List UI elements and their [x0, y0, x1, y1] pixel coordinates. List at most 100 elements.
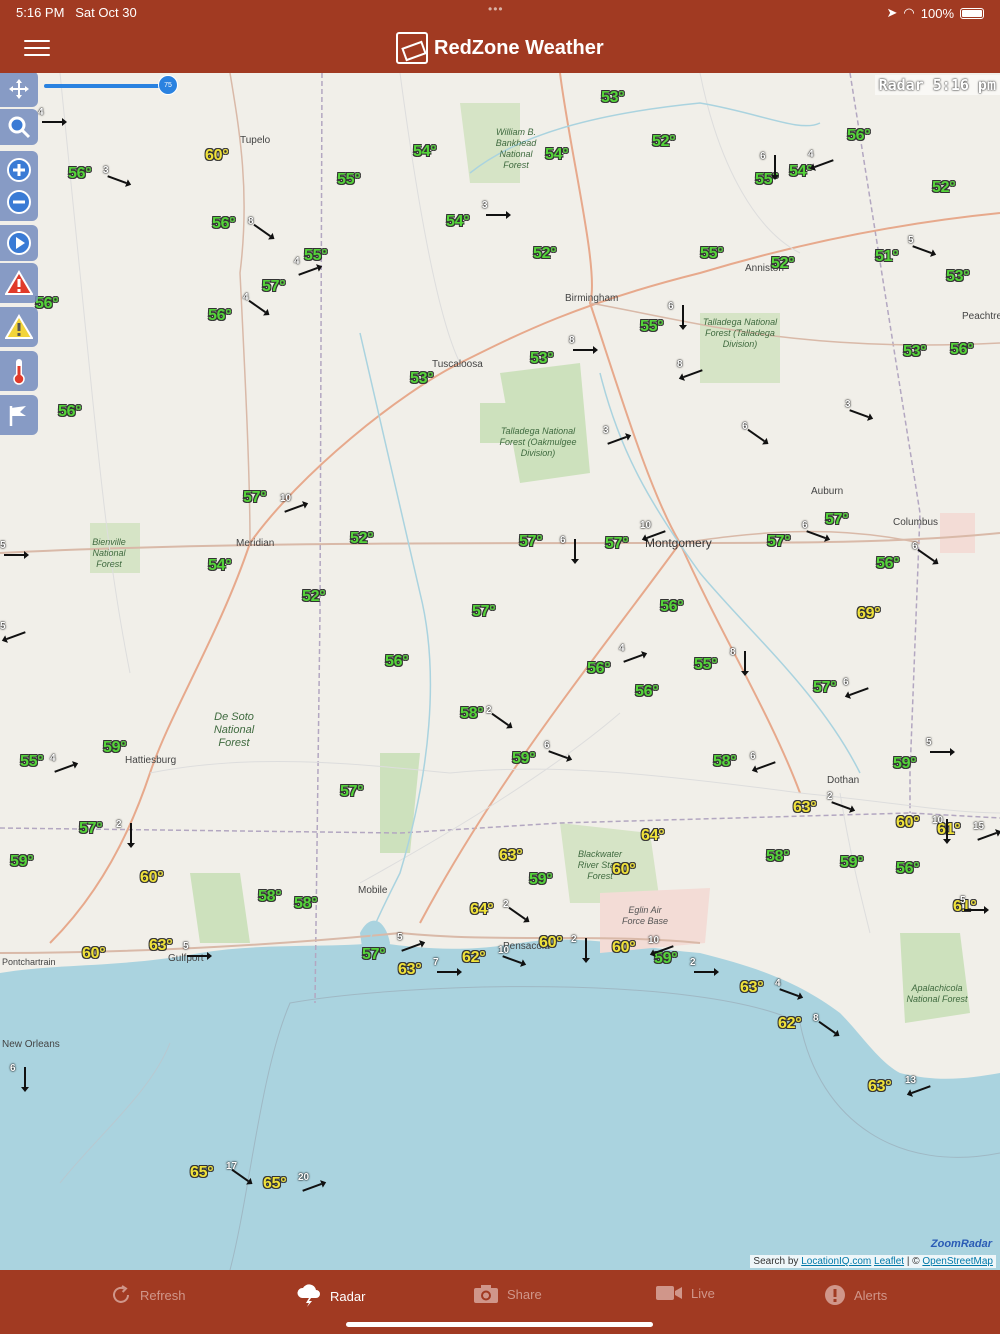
wind-layer-button[interactable] — [0, 395, 38, 435]
temp-label: 58° — [258, 888, 282, 905]
forest-bienville: Bienville National Forest — [92, 537, 126, 569]
tab-live[interactable]: Live — [655, 1284, 715, 1302]
wind-speed: 10 — [640, 520, 652, 531]
temp-label: 58° — [460, 705, 484, 722]
temp-label: 57° — [767, 533, 791, 550]
zoom-out-icon[interactable] — [6, 189, 32, 215]
temp-label: 57° — [79, 820, 103, 837]
wind-speed: 2 — [690, 957, 696, 968]
temp-label: 56° — [896, 860, 920, 877]
wind-speed: 10 — [648, 935, 660, 946]
wind-speed: 5 — [397, 932, 403, 943]
wind-speed: 2 — [571, 934, 577, 945]
wind-arrow: 8 — [569, 335, 599, 365]
temp-label: 58° — [294, 895, 318, 912]
wind-arrow: 2 — [690, 957, 720, 987]
temp-label: 62° — [462, 949, 486, 966]
forest-bankhead: William B. Bankhead National Forest — [495, 127, 537, 170]
warnings-button[interactable] — [0, 263, 38, 303]
wind-speed: 6 — [802, 520, 808, 531]
temp-label: 55° — [700, 245, 724, 262]
eglin-afb: Eglin Air Force Base — [621, 905, 669, 926]
temp-label: 60° — [612, 861, 636, 878]
wind-arrow: 6 — [760, 151, 790, 181]
temp-label: 55° — [337, 171, 361, 188]
pan-button[interactable] — [0, 73, 38, 107]
watches-button[interactable] — [0, 307, 38, 347]
wind-speed: 5 — [0, 540, 6, 551]
play-button[interactable] — [0, 225, 38, 261]
wind-arrow: 2 — [116, 819, 146, 849]
city-dothan: Dothan — [827, 775, 860, 786]
wind-arrow: 6 — [742, 421, 772, 451]
wind-speed: 2 — [503, 899, 509, 910]
tab-alerts[interactable]: Alerts — [824, 1284, 887, 1306]
slider-knob[interactable]: 75 — [158, 75, 178, 95]
osm-link[interactable]: OpenStreetMap — [922, 1256, 993, 1267]
tab-radar[interactable]: Radar — [296, 1284, 365, 1308]
map-attribution: Search by LocationIQ.com Leaflet | © Ope… — [750, 1255, 996, 1268]
temp-label: 63° — [868, 1078, 892, 1095]
wind-arrow: 2 — [571, 934, 601, 964]
wind-speed: 6 — [912, 541, 918, 552]
temp-label: 56° — [847, 127, 871, 144]
tab-refresh[interactable]: Refresh — [110, 1284, 186, 1306]
temp-label: 53° — [903, 343, 927, 360]
city-tuscaloosa: Tuscaloosa — [432, 359, 483, 370]
wind-speed: 10 — [280, 493, 292, 504]
temp-label: 60° — [140, 869, 164, 886]
wind-arrow: 3 — [845, 399, 875, 429]
temp-label: 51° — [875, 248, 899, 265]
temperature-layer-button[interactable] — [0, 351, 38, 391]
temp-label: 52° — [652, 133, 676, 150]
radar-opacity-slider[interactable]: 75 — [44, 75, 178, 95]
temp-label: 57° — [519, 533, 543, 550]
tab-share[interactable]: Share — [473, 1284, 542, 1304]
wind-speed: 17 — [226, 1161, 238, 1172]
zoom-in-icon[interactable] — [6, 157, 32, 183]
leaflet-link[interactable]: Leaflet — [874, 1256, 904, 1267]
temp-label: 56° — [876, 555, 900, 572]
wind-arrow: 5 — [0, 621, 30, 651]
wind-arrow: 4 — [294, 256, 324, 286]
temp-label: 57° — [243, 489, 267, 506]
location-icon: ➤ — [886, 5, 898, 20]
forest-desoto: De Soto National Forest — [213, 711, 255, 749]
wind-speed: 3 — [603, 425, 609, 436]
wind-speed: 2 — [116, 819, 122, 830]
wind-arrow: 5 — [926, 737, 956, 767]
temp-label: 56° — [660, 598, 684, 615]
wind-speed: 6 — [10, 1063, 16, 1074]
wind-speed: 3 — [482, 200, 488, 211]
tab-radar-label: Radar — [330, 1288, 366, 1304]
wind-arrow: 2 — [503, 899, 533, 929]
temp-label: 57° — [813, 679, 837, 696]
temp-label: 56° — [68, 165, 92, 182]
map-basemap — [0, 73, 1000, 1270]
wind-arrow: 5 — [908, 235, 938, 265]
temp-label: 54° — [545, 146, 569, 163]
temp-label: 52° — [771, 255, 795, 272]
temp-label: 57° — [472, 603, 496, 620]
tab-share-label: Share — [507, 1286, 542, 1302]
temp-label: 55° — [694, 656, 718, 673]
status-bar: 5:16 PM Sat Oct 30 ••• ➤ ◠ 100% — [0, 0, 1000, 24]
locationiq-link[interactable]: LocationIQ.com — [801, 1256, 871, 1267]
temp-label: 56° — [587, 660, 611, 677]
wind-speed: 8 — [569, 335, 575, 346]
temp-label: 64° — [470, 901, 494, 918]
city-columbus: Columbus — [893, 517, 939, 528]
wind-speed: 2 — [486, 705, 492, 716]
wind-speed: 6 — [742, 421, 748, 432]
camera-icon — [474, 1285, 498, 1303]
search-button[interactable] — [0, 109, 38, 145]
wind-speed: 10 — [932, 815, 944, 826]
temp-label: 56° — [208, 307, 232, 324]
multitask-dots[interactable]: ••• — [488, 2, 504, 16]
wind-arrow: 6 — [912, 541, 942, 571]
weather-map[interactable]: Radar 5:16 pm Tupelo Birmingham Tuscaloo… — [0, 73, 1000, 1270]
temp-label: 62° — [778, 1015, 802, 1032]
temp-label: 52° — [533, 245, 557, 262]
temp-label: 59° — [893, 755, 917, 772]
menu-button[interactable] — [24, 40, 50, 56]
